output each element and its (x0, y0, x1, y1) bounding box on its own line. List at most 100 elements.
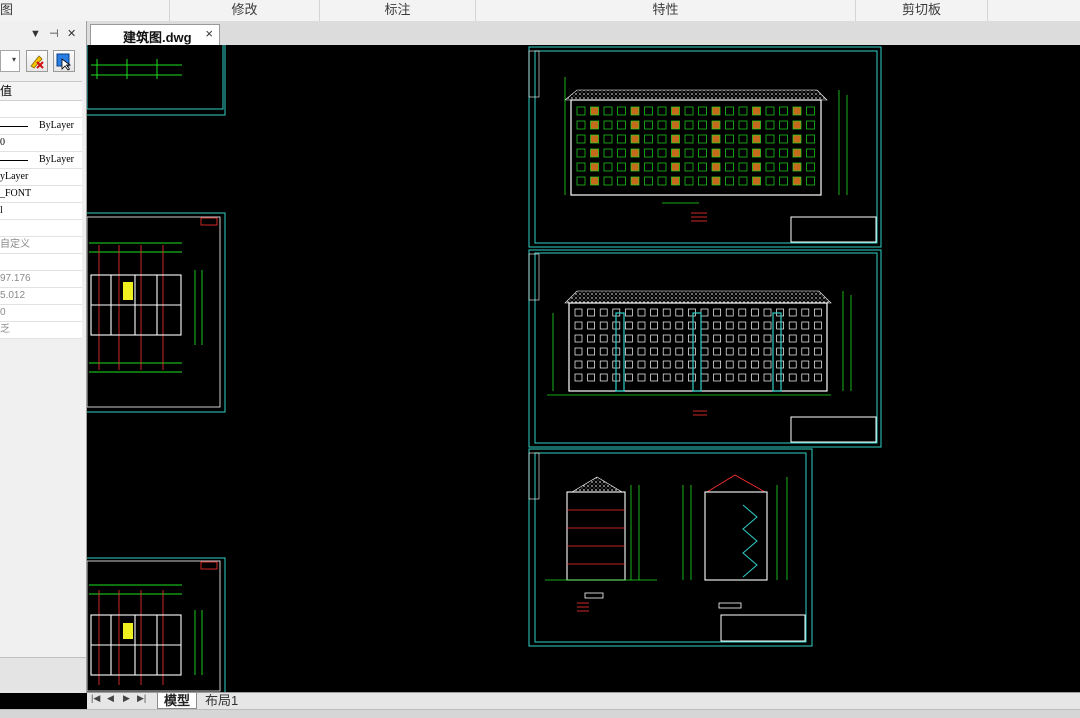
property-row[interactable]: 自定义 (0, 237, 82, 254)
window-mark (576, 120, 586, 130)
window-mark (713, 308, 721, 317)
sheet-elevation-rear (528, 249, 882, 448)
first-tab-icon[interactable]: |◀ (91, 693, 100, 704)
window-mark (625, 334, 633, 343)
window-mark (644, 162, 653, 172)
ribbon-group-dimension[interactable]: 标注 (320, 0, 476, 21)
linetype-sample (0, 160, 28, 161)
window-mark (751, 360, 759, 369)
window-mark (671, 162, 680, 172)
window-mark (725, 373, 734, 382)
property-row[interactable]: ByLayer (0, 118, 82, 135)
prev-tab-icon[interactable]: ◀ (107, 693, 114, 704)
ribbon-group-draw[interactable]: 图 (0, 0, 170, 21)
window-mark (688, 360, 696, 369)
window-mark (776, 321, 784, 330)
window-mark (684, 120, 694, 130)
property-row[interactable]: _FONT (0, 186, 82, 203)
property-row[interactable] (0, 220, 82, 237)
window-mark (725, 308, 734, 317)
window-mark (752, 120, 761, 130)
ribbon-group-clipboard[interactable]: 剪切板 (856, 0, 988, 21)
quick-select-icon[interactable] (53, 50, 75, 72)
window-mark (590, 106, 599, 116)
linetype-sample (0, 126, 28, 127)
property-row[interactable]: 乏 (0, 322, 82, 339)
window-mark (644, 106, 653, 116)
window-mark (814, 347, 822, 356)
window-mark (801, 347, 810, 356)
window-mark (599, 321, 608, 330)
window-mark (738, 120, 748, 130)
toggle-pickadd-icon[interactable] (26, 50, 48, 72)
window-mark (738, 347, 747, 356)
tab-layout1[interactable]: 布局1 (199, 693, 244, 708)
object-selector-combo[interactable]: ▾ (0, 50, 20, 72)
window-mark (688, 321, 696, 330)
property-row[interactable] (0, 101, 82, 118)
window-mark (574, 373, 583, 382)
window-mark (657, 120, 667, 130)
property-row[interactable] (0, 254, 82, 271)
window-mark (725, 148, 734, 158)
tab-model[interactable]: 模型 (157, 693, 198, 709)
window-mark (671, 176, 680, 186)
window-mark (711, 106, 721, 116)
window-mark (574, 308, 583, 317)
window-mark (788, 321, 797, 330)
window-mark (711, 148, 721, 158)
window-mark (675, 373, 684, 382)
drawing-canvas[interactable] (87, 45, 1080, 692)
window-mark (725, 334, 734, 343)
window-mark (725, 106, 734, 116)
property-row[interactable]: l (0, 203, 82, 220)
window-mark (603, 120, 613, 130)
property-row[interactable]: 0 (0, 135, 82, 152)
window-mark (806, 148, 815, 158)
window-mark (806, 162, 815, 172)
window-mark (700, 347, 709, 356)
window-mark (779, 120, 788, 130)
window-mark (590, 162, 599, 172)
pin-icon[interactable]: ⊣ (49, 27, 59, 40)
window-mark (738, 308, 747, 317)
sheet-sections (528, 448, 813, 647)
properties-table: 值 ByLayer 0 ByLayer yLayer _FONT l 自定义 97.176 5.… (0, 81, 82, 339)
ribbon-group-properties[interactable]: 特性 (476, 0, 856, 21)
window-mark (574, 360, 583, 369)
window-mark (700, 334, 709, 343)
chevron-down-icon[interactable]: ▼ (30, 28, 41, 40)
property-row[interactable]: ByLayer (0, 152, 82, 169)
window-mark (576, 162, 586, 172)
close-panel-icon[interactable]: ✕ (67, 27, 76, 40)
window-mark (662, 334, 671, 343)
ribbon-group-modify[interactable]: 修改 (170, 0, 320, 21)
close-icon[interactable]: × (205, 26, 213, 41)
window-mark (603, 106, 613, 116)
next-tab-icon[interactable]: ▶ (123, 693, 130, 704)
window-mark (587, 360, 595, 369)
document-tab-strip: 建筑图.dwg × (0, 21, 1080, 46)
property-row[interactable]: 0 (0, 305, 82, 322)
window-mark (644, 148, 653, 158)
window-mark (657, 162, 667, 172)
property-row[interactable]: yLayer (0, 169, 82, 186)
window-mark (792, 106, 802, 116)
property-row[interactable]: 97.176 (0, 271, 82, 288)
window-mark (574, 334, 583, 343)
window-mark (763, 347, 772, 356)
window-mark (738, 148, 748, 158)
last-tab-icon[interactable]: ▶| (137, 693, 146, 704)
property-value: yLayer (0, 171, 29, 182)
window-mark (630, 162, 640, 172)
window-mark (650, 308, 658, 317)
window-mark (675, 360, 684, 369)
window-mark (625, 373, 633, 382)
document-tab[interactable]: 建筑图.dwg × (90, 24, 220, 45)
window-mark (574, 347, 583, 356)
property-value: ByLayer (39, 120, 74, 131)
property-row[interactable]: 5.012 (0, 288, 82, 305)
property-value: 97.176 (0, 273, 31, 284)
window-mark (700, 373, 709, 382)
window-mark (700, 360, 709, 369)
